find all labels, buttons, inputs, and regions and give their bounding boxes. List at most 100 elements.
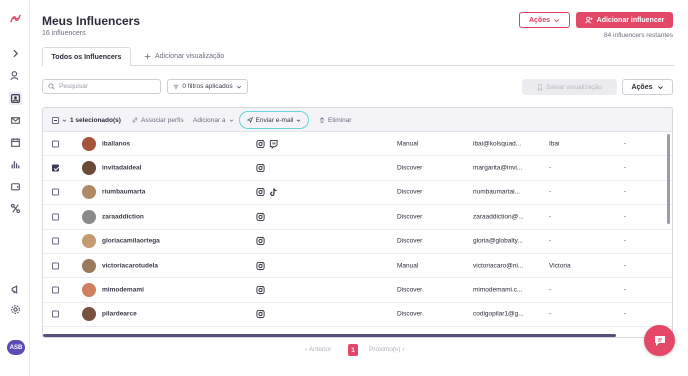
- table-row[interactable]: riumbaumarta Discover riumbaumartai... - -: [43, 181, 672, 206]
- name-cell: -: [549, 310, 552, 318]
- username[interactable]: invitadaideal: [102, 165, 141, 172]
- name-cell: -: [549, 188, 552, 196]
- mail-icon[interactable]: [9, 114, 22, 127]
- origin: Manual: [397, 262, 419, 270]
- actions-label: Ações: [528, 16, 550, 24]
- row-checkbox[interactable]: [52, 310, 59, 318]
- chevron-down-icon: [62, 118, 67, 122]
- remaining-influencers: 84 influencers restantes: [603, 32, 673, 39]
- add-view-label: Adicionar visualização: [155, 53, 225, 60]
- brand-logo-icon[interactable]: [9, 12, 22, 25]
- send-email-button[interactable]: Enviar e-mail: [239, 111, 309, 129]
- table-row[interactable]: zaraaddiction Discover zaraaddiction@... - -: [43, 205, 672, 230]
- add-to-dropdown[interactable]: Adicionar a: [193, 108, 234, 132]
- previous-page-button[interactable]: ‹ Anterior: [305, 346, 331, 353]
- username[interactable]: gloriacamilaortega: [102, 238, 160, 245]
- wallet-icon[interactable]: [9, 180, 22, 193]
- influencers-icon[interactable]: [9, 92, 22, 105]
- name-cell: -: [549, 286, 552, 294]
- search-input[interactable]: Pesquisar: [42, 79, 161, 94]
- tab-all-influencers[interactable]: Todos os Influencers: [42, 47, 131, 66]
- link-icon: [132, 117, 138, 123]
- row-checkbox[interactable]: [52, 188, 59, 196]
- table-row[interactable]: iballanos Manual ibai@kolsquad... Ibai -: [43, 132, 672, 157]
- select-all-checkbox[interactable]: [52, 116, 59, 124]
- email: mimodemami.c...: [473, 286, 523, 294]
- table-row[interactable]: invitadaideal Discover margarita@invi... - -: [43, 156, 672, 181]
- announcements-icon[interactable]: [9, 283, 22, 296]
- save-view-button[interactable]: Salvar visualização: [522, 79, 617, 95]
- origin: Discover: [397, 188, 423, 196]
- left-sidebar: ASB: [0, 0, 30, 376]
- extra-cell: -: [624, 237, 627, 245]
- username[interactable]: iballanos: [102, 140, 130, 147]
- bookmark-icon: [538, 83, 543, 91]
- email: gloria@globalty...: [473, 237, 523, 245]
- social-networks: [256, 139, 278, 149]
- instagram-icon: [256, 285, 265, 295]
- chevron-down-icon: [236, 85, 241, 88]
- filters-label: 0 filtros aplicados: [182, 83, 233, 90]
- user-search-icon[interactable]: [9, 69, 22, 82]
- tab-divider: [42, 65, 674, 66]
- selected-count: 1 selecionado(s): [70, 116, 121, 124]
- username[interactable]: riumbaumarta: [102, 189, 145, 196]
- actions-dropdown-button[interactable]: Ações: [519, 12, 570, 28]
- username[interactable]: victoriacarotudela: [102, 262, 158, 269]
- chat-support-button[interactable]: [644, 325, 675, 356]
- influencer-count: 16 influencers: [42, 30, 86, 37]
- settings-gear-icon[interactable]: [9, 303, 22, 316]
- table-row[interactable]: pilardearce Discover codigopilar1@g... - -: [43, 303, 672, 328]
- add-influencer-button[interactable]: Adicionar influencer: [576, 12, 673, 28]
- delete-label: Eliminar: [328, 116, 352, 124]
- extra-cell: -: [624, 262, 627, 270]
- email: zaraaddiction@...: [473, 213, 524, 221]
- table-row[interactable]: gloriacamilaortega Discover gloria@globalt…: [43, 230, 672, 254]
- instagram-icon: [256, 237, 265, 246]
- add-user-icon: [585, 16, 593, 24]
- origin: Discover: [397, 237, 423, 245]
- trash-icon: [320, 117, 324, 123]
- avatar: [82, 307, 96, 322]
- username[interactable]: zaraaddiction: [102, 213, 144, 220]
- row-checkbox[interactable]: [52, 140, 59, 148]
- username[interactable]: mimodemami: [102, 287, 144, 294]
- calendar-icon[interactable]: [9, 136, 22, 149]
- avatar: [82, 258, 96, 273]
- integrations-icon[interactable]: [9, 202, 22, 215]
- row-checkbox[interactable]: [52, 164, 59, 172]
- filters-dropdown[interactable]: 0 filtros aplicados: [167, 79, 248, 94]
- delete-button[interactable]: Eliminar: [319, 108, 351, 132]
- horizontal-scrollbar[interactable]: [43, 334, 616, 337]
- table-body: iballanos Manual ibai@kolsquad... Ibai - invi…: [43, 132, 672, 328]
- extra-cell: -: [624, 188, 627, 196]
- table-row[interactable]: victoriacarotudela Manual victoriacaro@ni.…: [43, 254, 672, 279]
- email: codigopilar1@g...: [473, 310, 524, 318]
- name-cell: Ibai: [549, 140, 560, 148]
- influencers-table: 1 selecionado(s) Associar perfis Adicion…: [42, 107, 673, 338]
- row-checkbox[interactable]: [52, 237, 59, 245]
- save-view-label: Salvar visualização: [546, 83, 602, 91]
- next-page-button[interactable]: Próximo(s) ›: [369, 346, 404, 353]
- analytics-icon[interactable]: [9, 158, 22, 171]
- row-checkbox[interactable]: [52, 286, 59, 294]
- table-row[interactable]: mimodemami Discover mimodemami.c... - -: [43, 278, 672, 303]
- username[interactable]: pilardearce: [102, 311, 137, 318]
- plus-icon: [144, 53, 151, 60]
- table-actions-dropdown[interactable]: Ações: [622, 79, 673, 95]
- select-all-toggle[interactable]: 1 selecionado(s): [52, 108, 121, 132]
- avatar: [82, 161, 96, 176]
- add-view-tab[interactable]: Adicionar visualização: [144, 47, 224, 66]
- page-title: Meus Influencers: [42, 14, 141, 28]
- row-checkbox[interactable]: [52, 262, 59, 270]
- row-checkbox[interactable]: [52, 213, 59, 221]
- avatar: [82, 234, 96, 249]
- origin: Manual: [397, 140, 419, 148]
- extra-cell: -: [624, 140, 627, 148]
- vertical-scrollbar[interactable]: [667, 134, 670, 224]
- expand-chevron-icon[interactable]: [9, 47, 22, 60]
- associate-profiles-button[interactable]: Associar perfis: [132, 108, 184, 132]
- current-page[interactable]: 1: [348, 344, 358, 356]
- origin: Discover: [397, 213, 423, 221]
- social-networks: [256, 310, 265, 319]
